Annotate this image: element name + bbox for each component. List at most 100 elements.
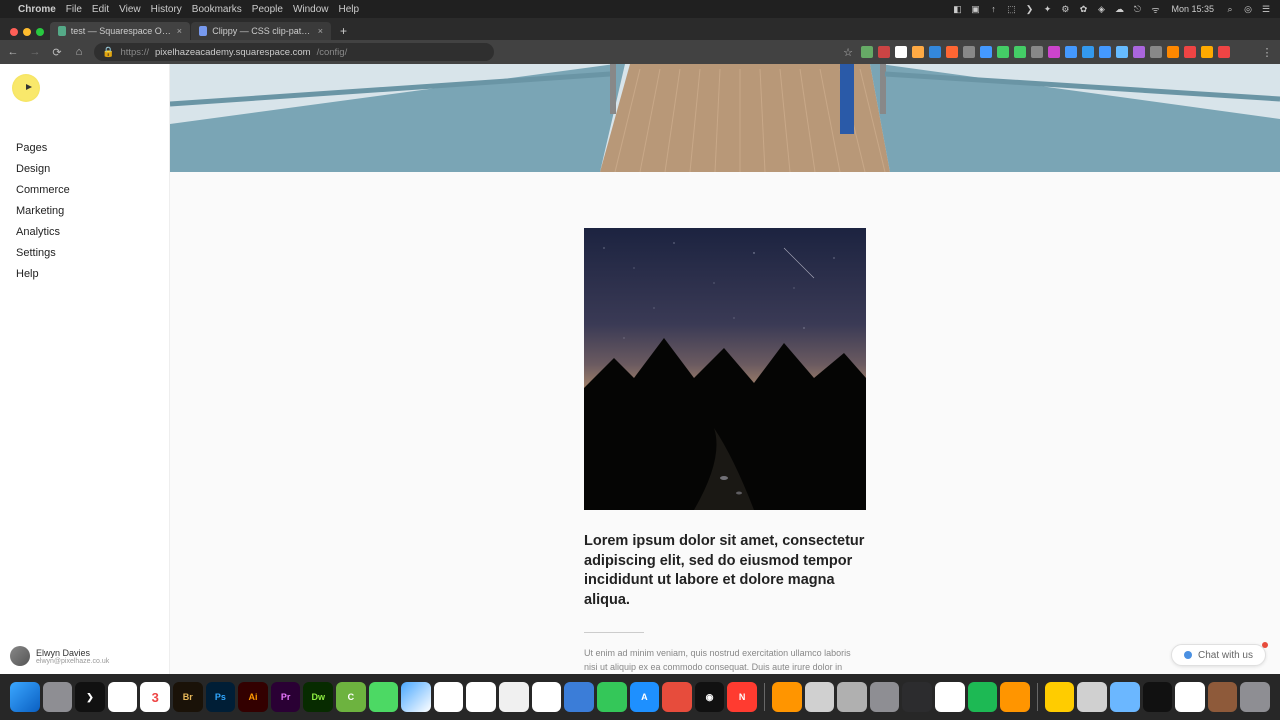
extension-icon[interactable]	[878, 46, 890, 58]
status-icon[interactable]: ◧	[951, 3, 963, 15]
dock-app-app7[interactable]	[870, 682, 900, 712]
extension-icon[interactable]	[1065, 46, 1077, 58]
status-icon[interactable]: ☁	[1113, 3, 1125, 15]
sidebar-item-pages[interactable]: Pages	[16, 142, 169, 154]
dock-app-printer[interactable]	[805, 682, 835, 712]
dock-app-launchpad[interactable]	[43, 682, 73, 712]
status-icon[interactable]: ◈	[1095, 3, 1107, 15]
dock-app-finder[interactable]	[10, 682, 40, 712]
extension-icon[interactable]	[1167, 46, 1179, 58]
extension-icon[interactable]	[1116, 46, 1128, 58]
extension-icon[interactable]	[912, 46, 924, 58]
dock-app-dreamweaver[interactable]: Dw	[303, 682, 333, 712]
dock-app-spotify[interactable]	[968, 682, 998, 712]
menu-help[interactable]: Help	[339, 4, 360, 15]
dock-app-chrome[interactable]: ◉	[108, 682, 138, 712]
search-icon[interactable]: ⌕	[1224, 3, 1236, 15]
home-button[interactable]: ⌂	[72, 46, 86, 58]
sidebar-user[interactable]: Elwyn Davies elwyn@pixelhaze.co.uk	[10, 646, 109, 666]
dock-app-premiere[interactable]: Pr	[271, 682, 301, 712]
chat-widget[interactable]: Chat with us	[1171, 644, 1266, 666]
new-tab-button[interactable]: +	[332, 24, 355, 40]
dock-app-trash[interactable]	[1240, 682, 1270, 712]
extension-icon[interactable]	[1048, 46, 1060, 58]
dock-app-app2[interactable]	[466, 682, 496, 712]
menu-view[interactable]: View	[119, 4, 141, 15]
status-icon[interactable]: ↑	[987, 3, 999, 15]
dock-app-app11[interactable]	[1077, 682, 1107, 712]
close-tab-icon[interactable]: ×	[318, 26, 323, 36]
url-input[interactable]: 🔒 https://pixelhazeacademy.squarespace.c…	[94, 43, 494, 61]
extension-icon[interactable]	[929, 46, 941, 58]
dock-app-news[interactable]: N	[727, 682, 757, 712]
dock-app-folder[interactable]	[1110, 682, 1140, 712]
dock-app-messages[interactable]	[597, 682, 627, 712]
extension-icon[interactable]	[1133, 46, 1145, 58]
sidebar-item-marketing[interactable]: Marketing	[16, 205, 169, 217]
dock-app-preview[interactable]	[564, 682, 594, 712]
extension-icon[interactable]	[963, 46, 975, 58]
sidebar-item-analytics[interactable]: Analytics	[16, 226, 169, 238]
dock-app-app3[interactable]	[499, 682, 529, 712]
site-logo[interactable]	[12, 74, 40, 102]
dock-app-photoshop[interactable]: Ps	[206, 682, 236, 712]
status-icon[interactable]: ❯	[1023, 3, 1035, 15]
extension-icon[interactable]	[980, 46, 992, 58]
chrome-menu-icon[interactable]: ⋮	[1260, 46, 1274, 59]
dock-app-app4[interactable]	[662, 682, 692, 712]
menu-bookmarks[interactable]: Bookmarks	[192, 4, 242, 15]
dock-app-iterm[interactable]: ❯	[75, 682, 105, 712]
dock-app-app6[interactable]	[837, 682, 867, 712]
dock-app-appstore[interactable]: A	[630, 682, 660, 712]
extension-icon[interactable]	[1014, 46, 1026, 58]
status-icon[interactable]: ⚙	[1059, 3, 1071, 15]
close-window-button[interactable]	[10, 28, 18, 36]
browser-tab-2[interactable]: Clippy — CSS clip-path maker ×	[191, 22, 331, 40]
menu-people[interactable]: People	[252, 4, 283, 15]
preview-canvas[interactable]: Lorem ipsum dolor sit amet, consectetur …	[170, 64, 1280, 674]
status-icon[interactable]: ⎋	[1131, 3, 1143, 15]
extension-icon[interactable]	[1218, 46, 1230, 58]
extension-icon[interactable]	[1184, 46, 1196, 58]
dock-app-numbers[interactable]: ▮	[935, 682, 965, 712]
siri-icon[interactable]: ◎	[1242, 3, 1254, 15]
dock-app-safari[interactable]	[401, 682, 431, 712]
dock-app-app10[interactable]	[1045, 682, 1075, 712]
menu-file[interactable]: File	[66, 4, 82, 15]
dock-app-siri[interactable]: ◉	[695, 682, 725, 712]
extension-icon[interactable]	[1201, 46, 1213, 58]
status-icon[interactable]: ✦	[1041, 3, 1053, 15]
dock-app-pages[interactable]	[772, 682, 802, 712]
sidebar-item-commerce[interactable]: Commerce	[16, 184, 169, 196]
dock-app-textedit[interactable]	[434, 682, 464, 712]
sidebar-item-settings[interactable]: Settings	[16, 247, 169, 259]
menu-edit[interactable]: Edit	[92, 4, 109, 15]
forward-button[interactable]: →	[28, 46, 42, 58]
dock-app-app14[interactable]	[1208, 682, 1238, 712]
maximize-window-button[interactable]	[36, 28, 44, 36]
menu-window[interactable]: Window	[293, 4, 329, 15]
notifications-icon[interactable]: ☰	[1260, 3, 1272, 15]
minimize-window-button[interactable]	[23, 28, 31, 36]
dock-app-app1[interactable]	[369, 682, 399, 712]
menu-history[interactable]: History	[151, 4, 182, 15]
extension-icon[interactable]	[1031, 46, 1043, 58]
status-icon[interactable]: ✿	[1077, 3, 1089, 15]
dock-app-photos[interactable]: ❀	[532, 682, 562, 712]
wifi-icon[interactable]: ᯤ	[1149, 3, 1161, 15]
dock-app-calendar[interactable]: 3	[140, 682, 170, 712]
reload-button[interactable]: ⟳	[50, 46, 64, 59]
extension-icon[interactable]	[1082, 46, 1094, 58]
dock-app-camtasia[interactable]: C	[336, 682, 366, 712]
dock-app-illustrator[interactable]: Ai	[238, 682, 268, 712]
extension-icon[interactable]	[1150, 46, 1162, 58]
dock-app-app9[interactable]	[1000, 682, 1030, 712]
dock-app-app13[interactable]	[1175, 682, 1205, 712]
extension-icon[interactable]	[1099, 46, 1111, 58]
dock-app-app12[interactable]	[1143, 682, 1173, 712]
extension-icon[interactable]	[895, 46, 907, 58]
browser-tab-1[interactable]: test — Squarespace Online St… ×	[50, 22, 190, 40]
extension-icon[interactable]	[997, 46, 1009, 58]
bookmark-star-icon[interactable]: ☆	[843, 46, 853, 59]
back-button[interactable]: ←	[6, 46, 20, 58]
